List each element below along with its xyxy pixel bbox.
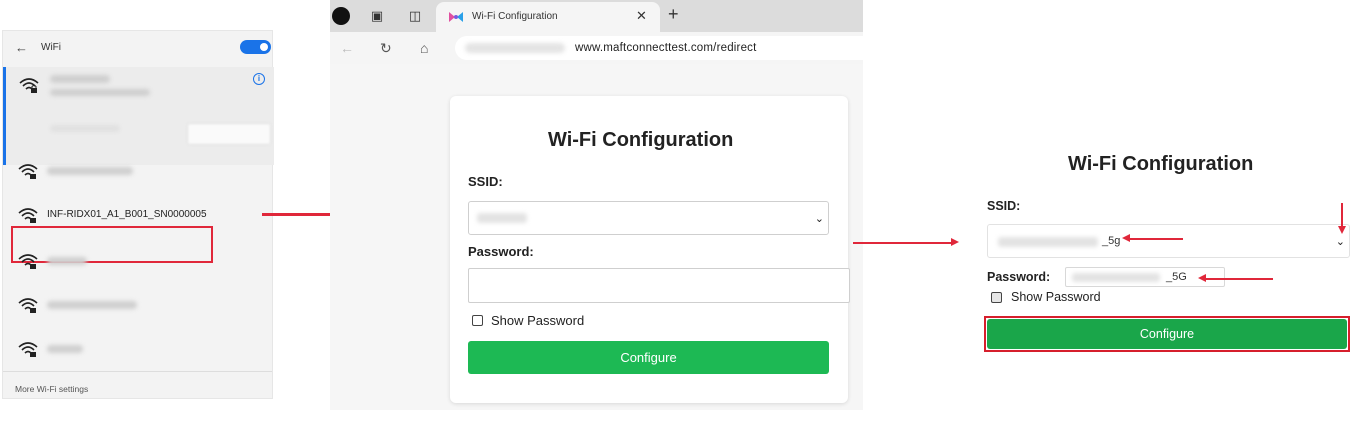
network-name-redacted bbox=[50, 75, 110, 83]
back-icon[interactable]: ← bbox=[340, 40, 354, 56]
wifi-secured-icon bbox=[18, 254, 38, 269]
ssid-value-redacted bbox=[477, 213, 527, 223]
site-info-redacted bbox=[465, 43, 565, 53]
wifi-secured-icon bbox=[18, 342, 38, 357]
divider bbox=[3, 371, 272, 372]
flow-arrow-head-icon bbox=[951, 238, 959, 246]
home-icon[interactable]: ⌂ bbox=[420, 40, 428, 56]
show-password-checkbox[interactable] bbox=[472, 315, 483, 326]
ssid-label: SSID: bbox=[987, 199, 1021, 213]
address-bar-row: ← ↻ ⌂ www.maftconnecttest.com/redirect bbox=[330, 32, 863, 64]
show-password-label: Show Password bbox=[1011, 290, 1101, 304]
form-title: Wi-Fi Configuration bbox=[548, 129, 734, 151]
password-label: Password: bbox=[468, 244, 534, 259]
annotation-arrow-line bbox=[1341, 203, 1343, 227]
url-text: www.maftconnecttest.com/redirect bbox=[575, 42, 757, 54]
network-status-redacted bbox=[50, 89, 150, 96]
new-tab-button[interactable]: + bbox=[668, 4, 679, 25]
show-password-checkbox[interactable] bbox=[991, 292, 1002, 303]
chevron-down-icon: ⌄ bbox=[814, 213, 824, 225]
tab-actions-icon[interactable]: ◫ bbox=[406, 7, 424, 25]
toggle-knob bbox=[260, 43, 268, 51]
info-icon[interactable]: i bbox=[253, 73, 265, 85]
connect-button-redacted[interactable] bbox=[187, 123, 271, 145]
network-name-redacted[interactable] bbox=[47, 167, 133, 175]
tab-wifi-configuration[interactable]: Wi-Fi Configuration ✕ bbox=[436, 2, 660, 32]
ssid-select[interactable]: ⌄ bbox=[468, 201, 829, 235]
refresh-icon[interactable]: ↻ bbox=[380, 40, 392, 57]
network-item-label[interactable]: INF-RIDX01_A1_B001_SN0000005 bbox=[47, 209, 207, 220]
ssid-select[interactable]: _5g ⌄ bbox=[987, 224, 1350, 258]
wifi-secured-icon bbox=[18, 164, 38, 179]
wifi-config-form-filled: Wi-Fi Configuration SSID: _5g ⌄ Password… bbox=[968, 118, 1363, 380]
configure-button[interactable]: Configure bbox=[987, 319, 1347, 349]
network-item-expanded[interactable] bbox=[3, 67, 274, 165]
address-bar[interactable]: www.maftconnecttest.com/redirect bbox=[455, 36, 863, 60]
network-option-redacted bbox=[50, 125, 120, 132]
network-name-redacted[interactable] bbox=[47, 301, 137, 309]
password-value-redacted bbox=[1072, 273, 1160, 282]
ssid-value-redacted bbox=[998, 237, 1098, 247]
tab-title: Wi-Fi Configuration bbox=[472, 11, 558, 22]
workspaces-icon[interactable]: ▣ bbox=[368, 7, 386, 25]
form-title: Wi-Fi Configuration bbox=[1068, 153, 1254, 175]
annotation-arrow-line bbox=[1205, 278, 1273, 280]
configure-button[interactable]: Configure bbox=[468, 341, 829, 374]
show-password-label: Show Password bbox=[491, 313, 585, 328]
annotation-arrow-head-icon bbox=[1338, 226, 1346, 234]
chevron-down-icon: ⌄ bbox=[1335, 236, 1345, 248]
profile-avatar-icon[interactable] bbox=[332, 7, 350, 25]
more-wifi-settings-link[interactable]: More Wi-Fi settings bbox=[15, 384, 88, 394]
wifi-title: WiFi bbox=[41, 42, 61, 53]
password-input[interactable] bbox=[468, 268, 850, 303]
tab-close-icon[interactable]: ✕ bbox=[636, 8, 647, 24]
password-label: Password: bbox=[987, 270, 1051, 284]
wifi-secured-icon bbox=[19, 78, 39, 93]
password-value-suffix: _5G bbox=[1166, 271, 1187, 283]
wifi-secured-icon bbox=[18, 298, 38, 313]
flow-arrow-line bbox=[853, 242, 953, 244]
network-name-redacted[interactable] bbox=[47, 257, 87, 265]
tab-bar: ▣ ◫ Wi-Fi Configuration ✕ + bbox=[330, 0, 863, 32]
wifi-header: ← WiFi bbox=[3, 31, 272, 65]
wifi-secured-icon bbox=[18, 208, 38, 223]
annotation-arrow-line bbox=[1129, 238, 1183, 240]
flow-arrow-line bbox=[262, 213, 338, 216]
site-favicon-icon bbox=[449, 12, 463, 22]
network-name-redacted[interactable] bbox=[47, 345, 83, 353]
ssid-value-suffix: _5g bbox=[1102, 235, 1121, 247]
back-arrow-icon[interactable]: ← bbox=[15, 40, 28, 55]
ssid-label: SSID: bbox=[468, 174, 503, 189]
wifi-toggle[interactable] bbox=[240, 40, 271, 54]
wifi-config-form: Wi-Fi Configuration SSID: ⌄ Password: Sh… bbox=[450, 96, 850, 403]
highlighted-network-frame bbox=[11, 226, 213, 263]
wifi-flyout-panel: ← WiFi i INF-RIDX01_A1_B001_SN0000005 Mo… bbox=[2, 30, 274, 399]
